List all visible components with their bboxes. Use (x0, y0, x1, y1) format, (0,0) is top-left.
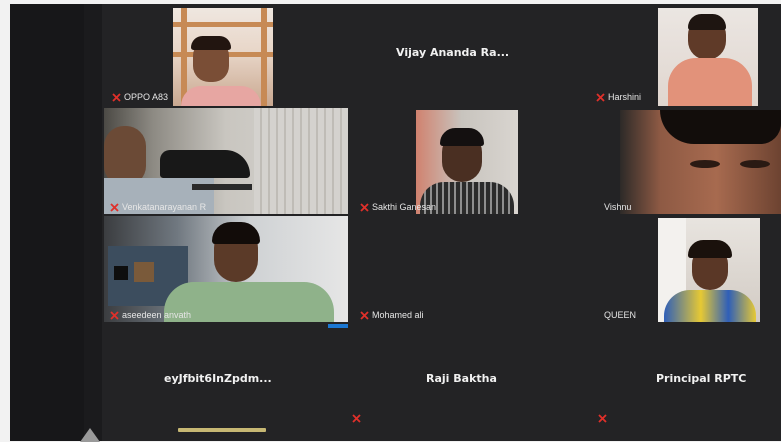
participant-name-label: Venkatanarayanan R (110, 202, 206, 212)
participant-name-label: Sakthi Ganesan (360, 202, 436, 212)
participant-name: Vijay Ananda Ra... (396, 46, 510, 59)
video-call-window: OPPO A83 Vijay Ananda Ra... Harshini Ven… (10, 4, 781, 442)
participant-video (173, 8, 273, 106)
participant-tile-raji[interactable]: Raji Baktha (350, 328, 588, 432)
participant-video (416, 110, 518, 214)
participant-name: Principal RPTC (656, 372, 747, 385)
participant-tile-oppo[interactable]: OPPO A83 (110, 4, 346, 106)
participant-video (104, 216, 348, 322)
participant-name-label: Mohamed ali (360, 310, 424, 320)
participant-name-label: QUEEN (604, 310, 636, 320)
muted-mic-icon (110, 202, 119, 212)
participant-name: Harshini (608, 92, 642, 102)
participant-name-label (598, 414, 607, 423)
participant-tile-ey[interactable]: eyJfbit6InZpdm... (104, 328, 348, 432)
muted-mic-icon (360, 310, 369, 320)
participant-tile-mohamed[interactable]: Mohamed ali (350, 216, 588, 322)
active-speaker-indicator (178, 428, 266, 432)
participant-name: Sakthi Ganesan (372, 202, 437, 212)
participant-video (620, 110, 781, 214)
left-panel (10, 4, 84, 441)
muted-mic-icon (598, 414, 607, 423)
participant-tile-sakthi[interactable]: Sakthi Ganesan (350, 108, 588, 214)
participant-name: Mohamed ali (372, 310, 424, 320)
muted-mic-icon (110, 310, 119, 320)
participant-tile-principal[interactable]: Principal RPTC (594, 328, 781, 432)
participant-tile-venkata[interactable]: Venkatanarayanan R (104, 108, 348, 214)
muted-mic-icon (112, 92, 121, 102)
participant-video (104, 108, 348, 214)
participant-tile-harshini[interactable]: Harshini (594, 4, 781, 106)
participant-name-label: Vishnu (604, 202, 631, 212)
participant-name-label (352, 414, 361, 423)
cursor-icon (80, 428, 100, 442)
participant-name: OPPO A83 (124, 92, 169, 102)
participant-name-label: aseedeen anvath (110, 310, 191, 320)
participant-name-label: Harshini (596, 92, 641, 102)
participant-tile-queen[interactable]: QUEEN (594, 216, 781, 322)
muted-mic-icon (352, 414, 361, 423)
participant-tile-vijay[interactable]: Vijay Ananda Ra... (356, 4, 588, 106)
participant-name: QUEEN (604, 310, 637, 320)
participant-name-label: OPPO A83 (112, 92, 168, 102)
muted-mic-icon (596, 92, 605, 102)
participant-name: Vishnu (604, 202, 632, 212)
participant-tile-aseedeen[interactable]: aseedeen anvath (104, 216, 348, 322)
participant-name: eyJfbit6InZpdm... (164, 372, 272, 385)
participant-tile-vishnu[interactable]: Vishnu (594, 108, 781, 214)
participant-video (658, 8, 758, 106)
participant-name: Raji Baktha (426, 372, 497, 385)
muted-mic-icon (360, 202, 369, 212)
participant-name: Venkatanarayanan R (122, 202, 207, 212)
participant-name: aseedeen anvath (122, 310, 192, 320)
participant-video (658, 218, 760, 322)
